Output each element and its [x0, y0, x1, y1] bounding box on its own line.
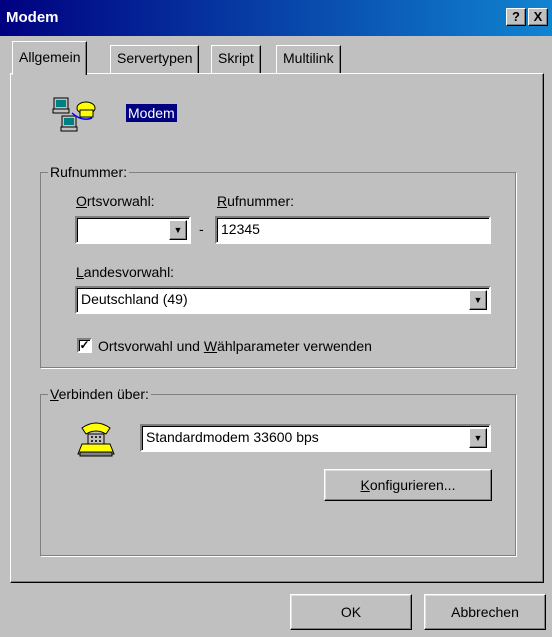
close-button[interactable]: X — [528, 8, 548, 26]
abbrechen-button[interactable]: Abbrechen — [424, 594, 546, 630]
ok-button[interactable]: OK — [290, 594, 412, 630]
ortsvorwahl-checkbox-label[interactable]: Ortsvorwahl und Wählparameter verwenden — [98, 338, 372, 354]
chevron-down-icon[interactable]: ▼ — [469, 428, 487, 448]
chevron-down-icon[interactable]: ▼ — [169, 220, 187, 240]
ortsvorwahl-label: Ortsvorwahl: — [76, 193, 155, 209]
ortsvorwahl-checkbox[interactable]: ✓ — [77, 338, 92, 353]
rufnummer-input[interactable]: 12345 — [215, 216, 491, 244]
landesvorwahl-select[interactable]: Deutschland (49) ▼ — [75, 286, 491, 314]
tab-servertypen[interactable]: Servertypen — [110, 45, 200, 73]
tab-skript[interactable]: Skript — [211, 45, 261, 73]
verbinden-group-title: Verbinden über: — [48, 386, 151, 402]
modem-properties-dialog: Modem ? X Allgemein Servertypen Skript M… — [0, 0, 552, 637]
modem-phone-icon — [76, 418, 116, 458]
tab-multilink[interactable]: Multilink — [276, 45, 341, 73]
chevron-down-icon[interactable]: ▼ — [469, 290, 487, 310]
rufnummer-group-title: Rufnummer: — [48, 164, 130, 180]
landesvorwahl-label: Landesvorwahl: — [76, 264, 175, 280]
rufnummer-label: Rufnummer: — [217, 193, 295, 209]
window-title: Modem — [6, 9, 59, 26]
ortsvorwahl-combobox[interactable]: ▼ — [75, 216, 191, 244]
tab-allgemein[interactable]: Allgemein — [12, 41, 88, 75]
connection-name: Modem — [126, 104, 177, 122]
dialup-computer-icon — [52, 96, 98, 136]
title-bar[interactable]: Modem ? X — [0, 0, 552, 36]
konfigurieren-button[interactable]: Konfigurieren... — [324, 469, 492, 501]
help-button[interactable]: ? — [506, 8, 526, 26]
modem-device-select[interactable]: Standardmodem 33600 bps ▼ — [140, 424, 491, 452]
area-code-separator: - — [199, 221, 204, 237]
